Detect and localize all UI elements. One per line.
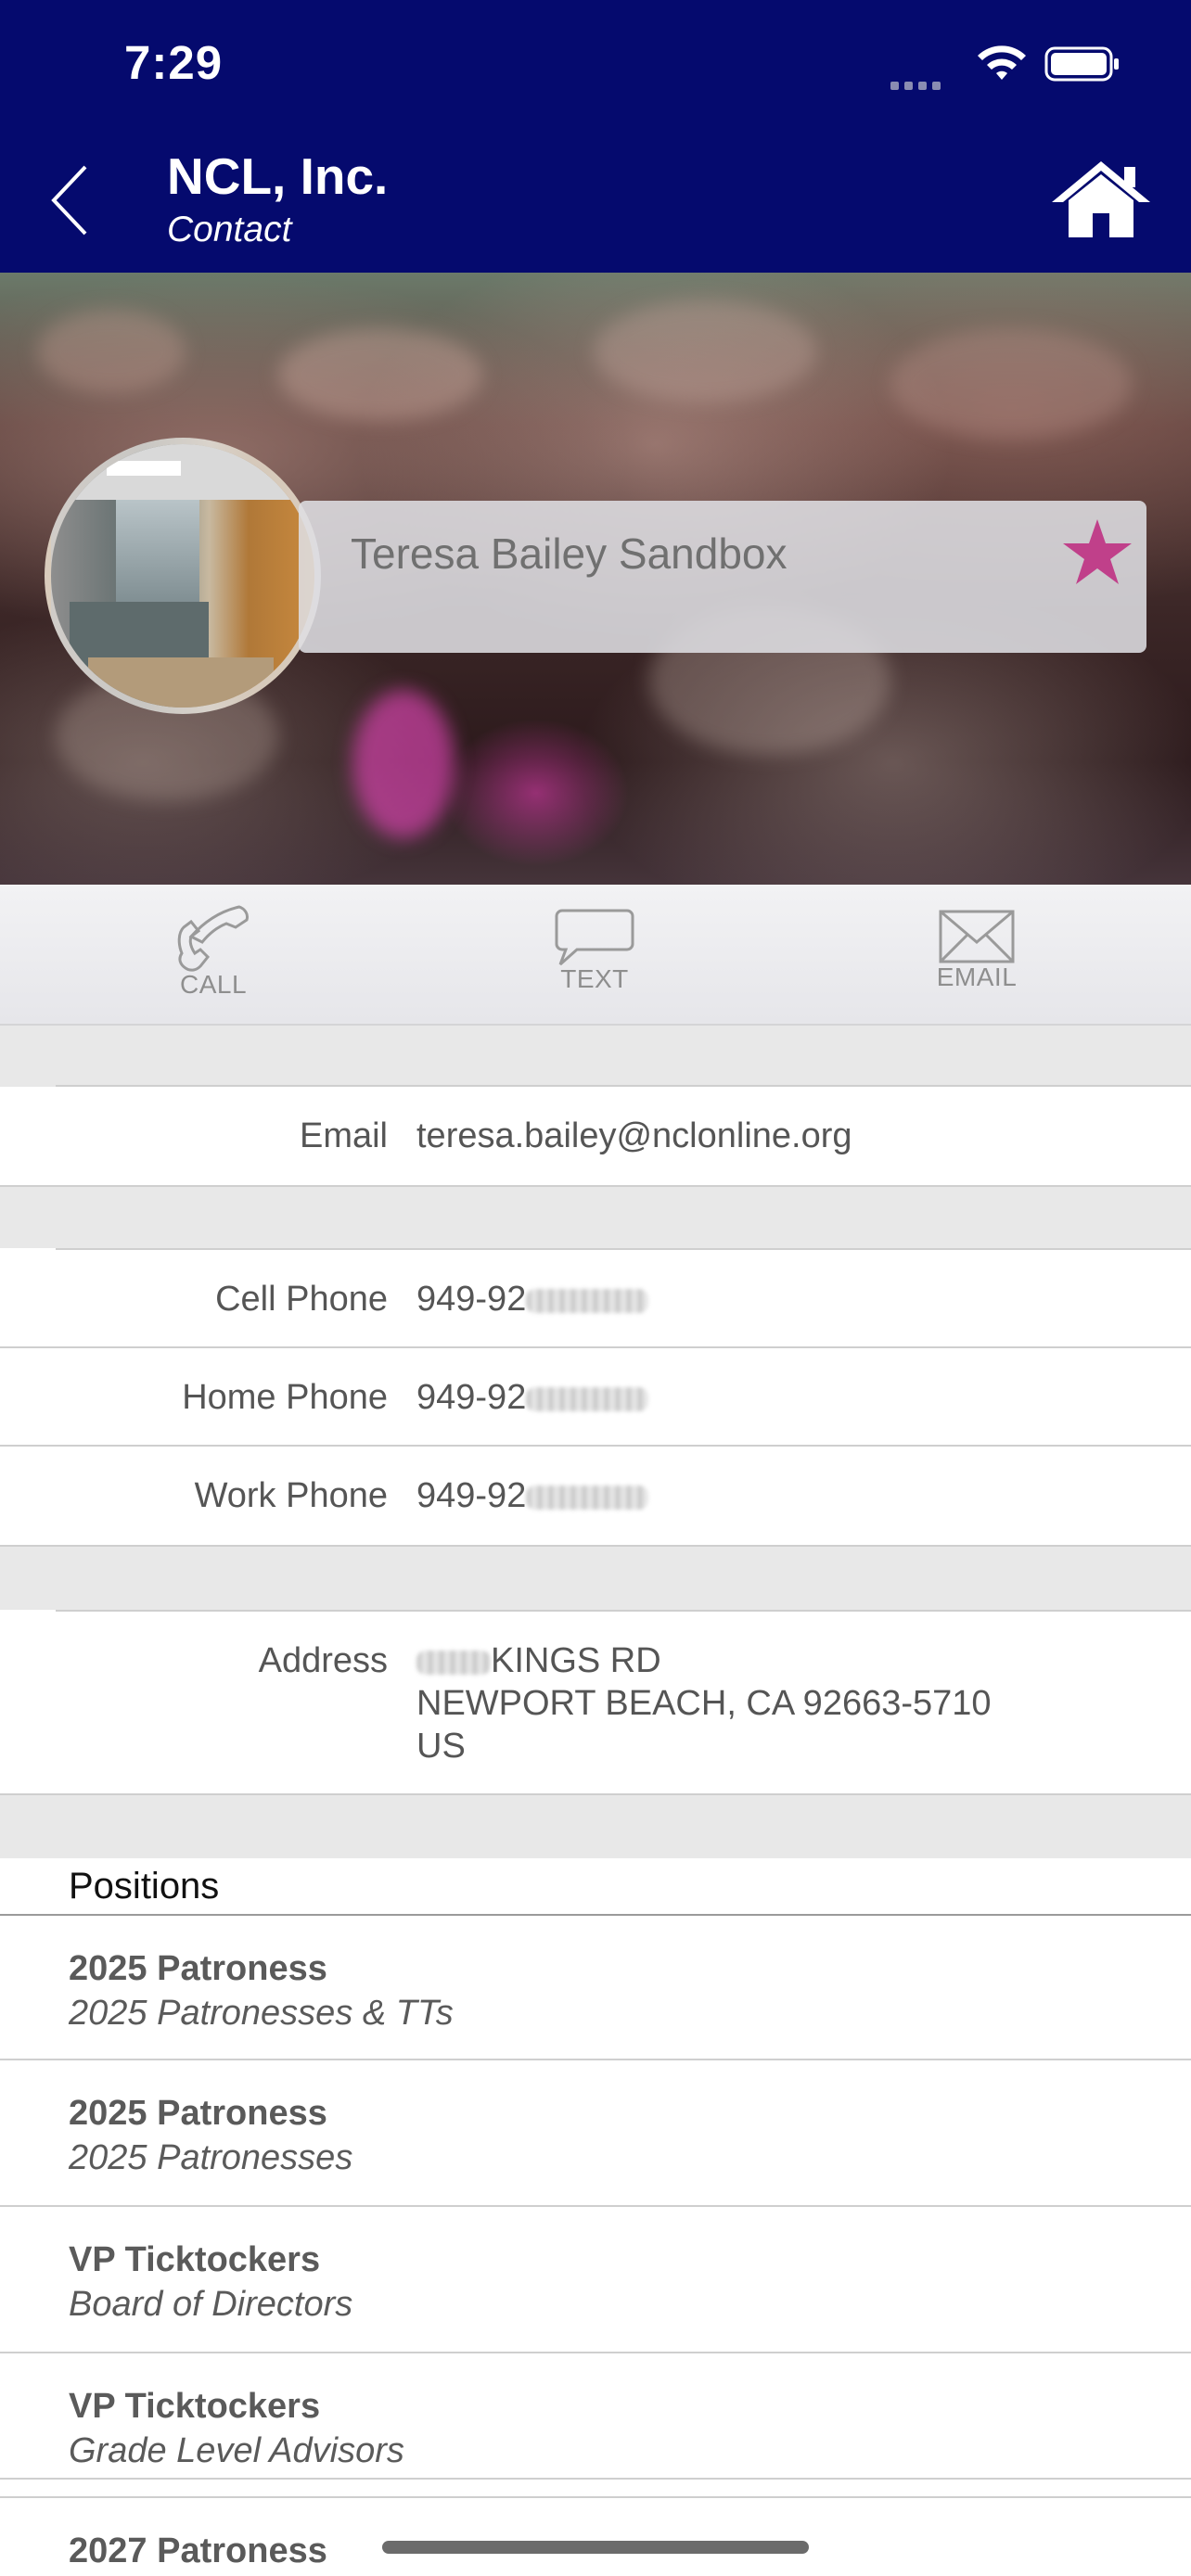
position-item[interactable]: 2027 Patroness: [0, 2498, 1191, 2576]
home-phone-label: Home Phone: [182, 1378, 388, 1417]
cover-photo: Teresa Bailey Sandbox: [0, 273, 1191, 885]
redacted-street-number: [416, 1650, 491, 1675]
cell-phone-number: 949-92: [416, 1280, 527, 1319]
page-title: NCL, Inc.: [167, 147, 389, 205]
home-phone-value[interactable]: 949-92: [416, 1378, 649, 1418]
work-phone-row[interactable]: Work Phone 949-92: [0, 1447, 1191, 1545]
envelope-icon: [939, 910, 1015, 963]
address-line-1: KINGS RD: [416, 1641, 661, 1681]
position-item[interactable]: VP Ticktockers Board of Directors: [0, 2207, 1191, 2352]
positions-header: Positions: [69, 1866, 220, 1906]
address-label: Address: [258, 1641, 388, 1680]
nav-header: 7:29 NCL, Inc. Contact: [0, 0, 1191, 273]
work-phone-value[interactable]: 949-92: [416, 1476, 649, 1516]
text-label: TEXT: [560, 964, 629, 993]
cellular-signal-icon: [890, 78, 946, 95]
home-icon[interactable]: [1050, 159, 1152, 239]
position-title: 2025 Patroness: [69, 1949, 327, 1988]
redacted-digits: [526, 1288, 649, 1313]
redacted-digits: [526, 1386, 649, 1411]
wifi-icon: [978, 45, 1026, 80]
name-card: Teresa Bailey Sandbox: [299, 501, 1146, 653]
redacted-digits: [526, 1485, 649, 1510]
page-subtitle: Contact: [167, 210, 292, 249]
section-spacer: [0, 1547, 1191, 1610]
favorite-star-icon[interactable]: [1061, 517, 1133, 586]
address-line-2: NEWPORT BEACH, CA 92663-5710: [416, 1684, 992, 1723]
avatar[interactable]: [45, 438, 321, 714]
position-item[interactable]: VP Ticktockers Grade Level Advisors: [0, 2353, 1191, 2498]
position-group: 2025 Patronesses & TTs: [69, 1994, 454, 2033]
position-group: 2025 Patronesses: [69, 2138, 353, 2177]
position-group: Grade Level Advisors: [69, 2431, 404, 2470]
position-title: 2027 Patroness: [69, 2531, 327, 2570]
battery-icon: [1044, 46, 1119, 82]
position-title: VP Ticktockers: [69, 2240, 321, 2279]
text-button[interactable]: TEXT: [502, 885, 687, 1024]
position-item[interactable]: 2025 Patroness 2025 Patronesses: [0, 2060, 1191, 2205]
position-title: VP Ticktockers: [69, 2387, 321, 2426]
work-phone-label: Work Phone: [194, 1476, 388, 1515]
home-phone-row[interactable]: Home Phone 949-92: [0, 1348, 1191, 1445]
phone-icon: [177, 905, 249, 972]
address-line-3: US: [416, 1727, 466, 1766]
email-label: EMAIL: [936, 963, 1018, 991]
address-row[interactable]: Address KINGS RD NEWPORT BEACH, CA 92663…: [0, 1612, 1191, 1793]
email-row[interactable]: Email teresa.bailey@nclonline.org: [0, 1087, 1191, 1185]
section-spacer: [0, 1187, 1191, 1248]
work-phone-number: 949-92: [416, 1476, 527, 1515]
section-spacer: [0, 1026, 1191, 1087]
home-phone-number: 949-92: [416, 1378, 527, 1417]
email-field-label: Email: [299, 1116, 388, 1155]
status-time: 7:29: [124, 36, 224, 89]
email-button[interactable]: EMAIL: [884, 885, 1069, 1024]
back-chevron-icon[interactable]: [48, 163, 91, 237]
position-item[interactable]: 2025 Patroness 2025 Patronesses & TTs: [0, 1916, 1191, 2060]
section-spacer: [0, 1795, 1191, 1858]
cell-phone-row[interactable]: Cell Phone 949-92: [0, 1250, 1191, 1346]
speech-bubble-icon: [555, 909, 634, 966]
contact-actions-bar: CALL TEXT EMAIL: [0, 885, 1191, 1026]
contact-name: Teresa Bailey Sandbox: [351, 529, 788, 578]
position-group: Board of Directors: [69, 2285, 353, 2324]
home-indicator[interactable]: [382, 2541, 809, 2554]
email-value[interactable]: teresa.bailey@nclonline.org: [416, 1116, 852, 1156]
call-label: CALL: [179, 970, 248, 999]
position-title: 2025 Patroness: [69, 2094, 327, 2133]
cell-phone-value[interactable]: 949-92: [416, 1280, 649, 1320]
call-button[interactable]: CALL: [121, 885, 306, 1024]
cell-phone-label: Cell Phone: [215, 1280, 388, 1319]
